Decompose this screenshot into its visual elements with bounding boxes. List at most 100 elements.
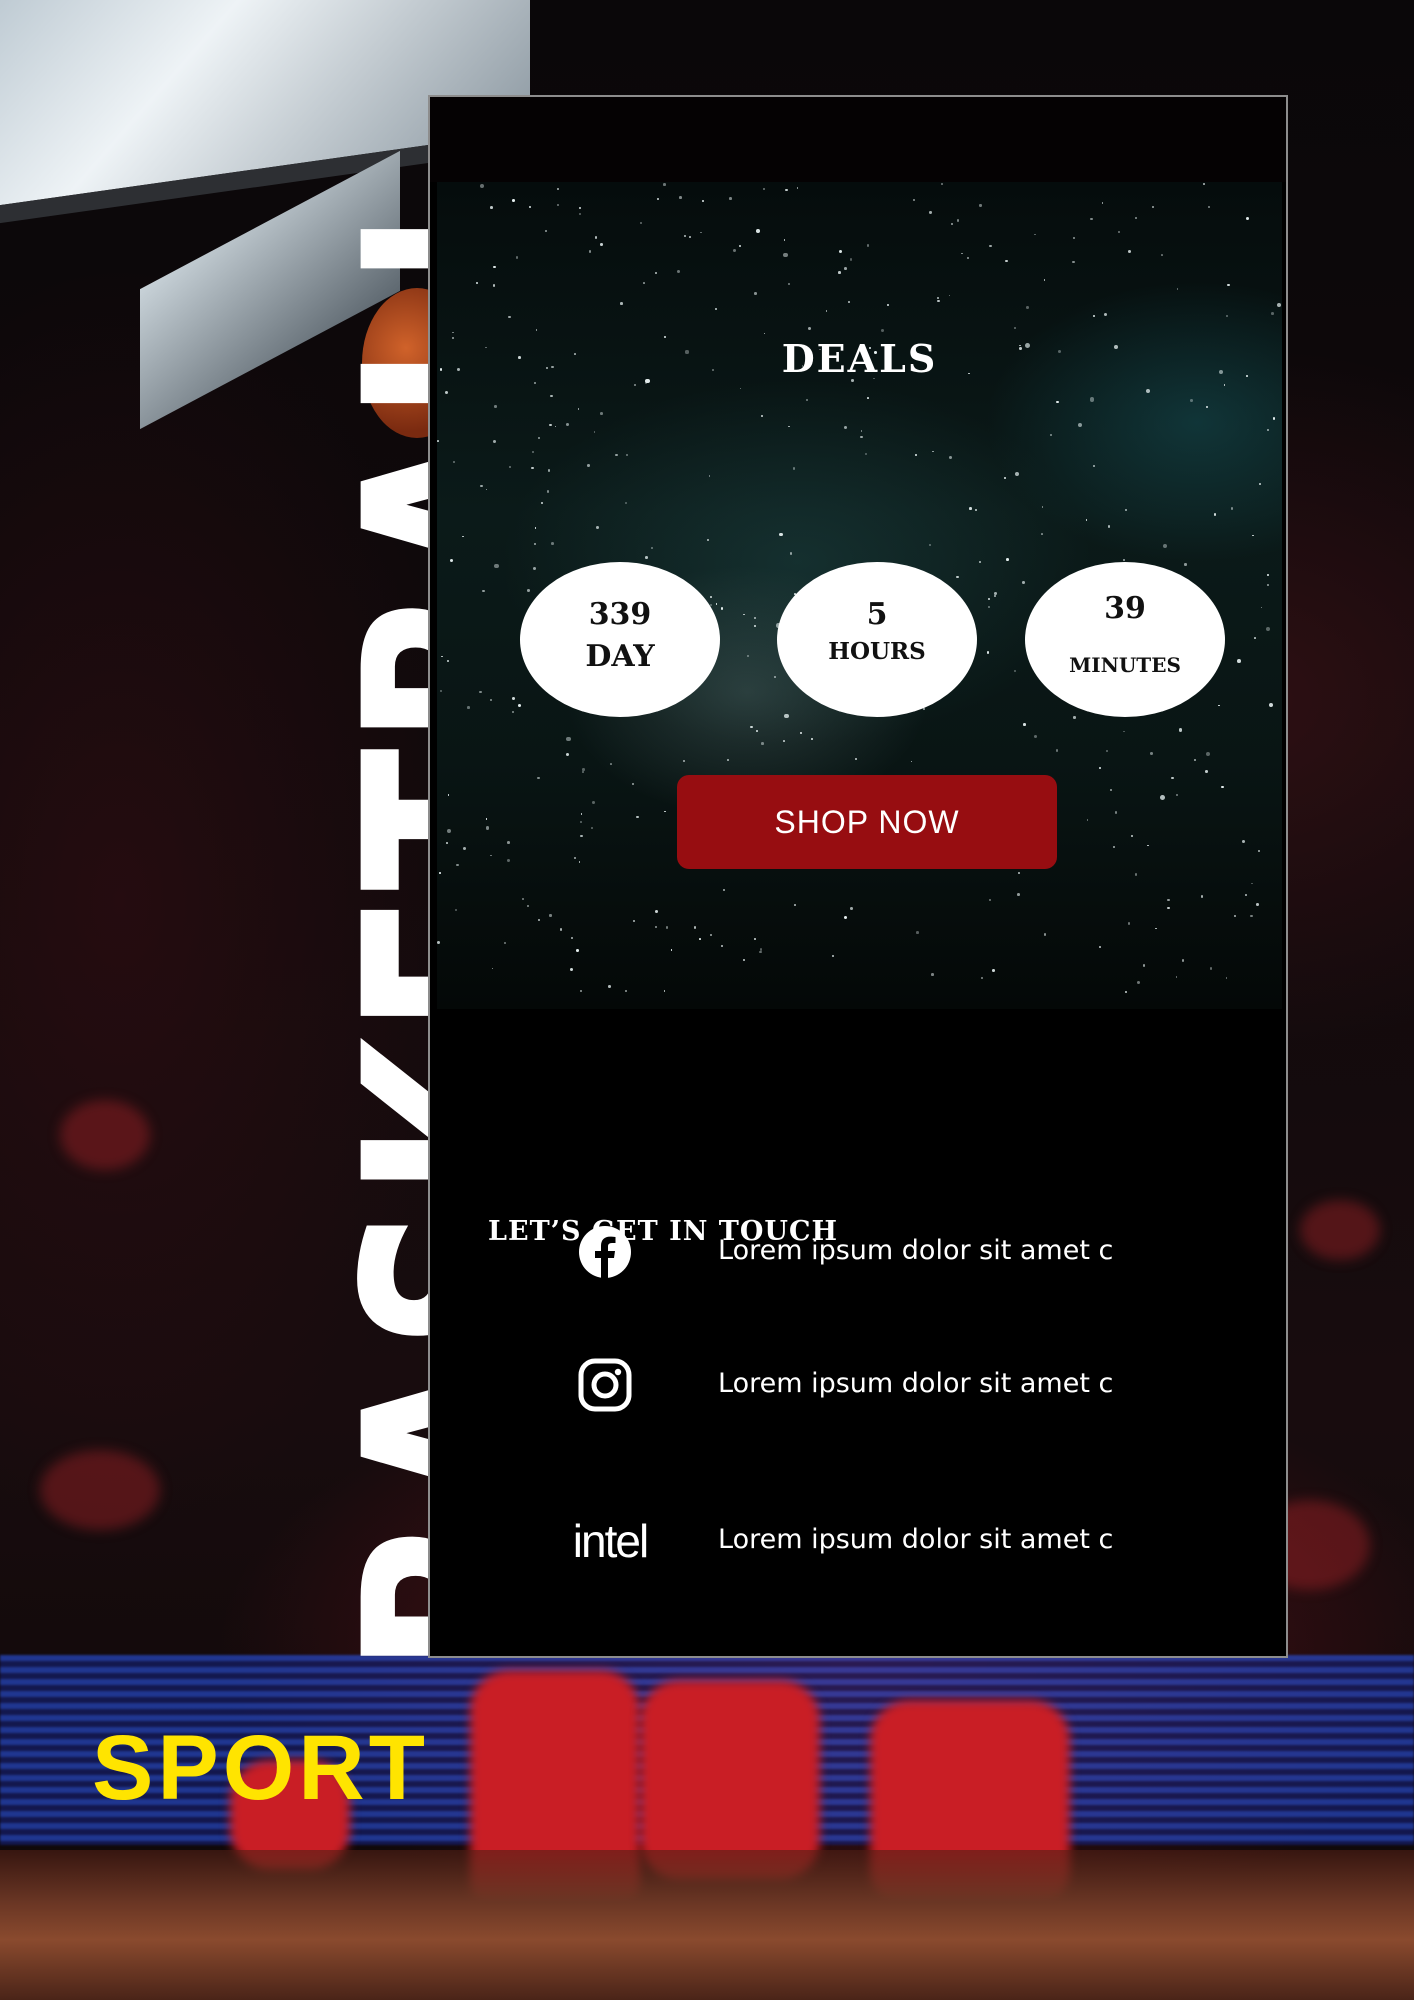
star [534,542,537,546]
star [439,872,442,874]
star [1072,236,1076,239]
star [948,455,952,459]
star [489,698,493,702]
star [1206,406,1209,409]
star [1276,303,1281,308]
star [447,794,450,796]
star [654,271,658,275]
star [1260,606,1263,609]
star [566,737,571,742]
star [929,543,932,546]
star [594,235,598,239]
star [531,466,534,470]
star [632,919,636,923]
star [1073,716,1076,719]
star [489,205,493,209]
star [1159,794,1165,800]
star [1225,977,1228,979]
star [1221,785,1224,789]
star [843,267,847,271]
star [437,440,440,442]
star [643,282,645,284]
star [988,606,991,609]
star [1227,283,1230,286]
star [915,931,919,934]
star [784,713,789,719]
contact-row-instagram: Lorem ipsum dolor sit amet c [570,1355,1250,1415]
star [915,454,918,457]
star [788,425,791,428]
instagram-icon[interactable] [570,1355,640,1415]
star [785,188,788,192]
star [1218,704,1221,707]
deals-panel: DEALS 339 DAY 5 HOURS 39 MINUTES SHOP NO… [437,182,1282,1009]
star [700,231,703,234]
poster-subtitle: SPORT [92,1717,429,1819]
star [508,315,511,319]
star [503,941,506,944]
star [565,423,569,427]
star [446,659,449,662]
star [792,467,796,470]
star [1055,748,1059,752]
star [994,594,997,597]
court-floor [0,1850,1414,2000]
star [981,976,984,979]
star [1117,230,1120,233]
intel-logo[interactable]: intel [555,1511,665,1571]
star [506,859,510,863]
star [1236,658,1241,663]
star [1005,260,1008,263]
star [1125,991,1128,994]
star [1233,915,1236,918]
star [533,566,537,570]
crowd-blur [1300,1200,1380,1260]
star [865,453,868,456]
star [1266,428,1270,432]
star [1176,794,1179,797]
star [556,203,560,207]
star [452,331,454,334]
star [1018,872,1020,874]
star [682,759,686,763]
star [1043,279,1046,281]
facebook-icon[interactable] [570,1222,640,1282]
star [860,435,863,438]
star [639,222,642,225]
star [1128,249,1132,253]
star [1205,770,1208,774]
shop-now-button[interactable]: SHOP NOW [677,775,1057,869]
star [538,919,541,922]
star [1043,933,1047,936]
star [526,589,530,592]
star [437,941,441,944]
star [1167,898,1170,902]
star [693,926,697,929]
star [887,303,890,306]
star [1181,959,1185,962]
star [808,326,812,330]
star [535,328,538,331]
star [1022,581,1026,584]
star [743,613,745,616]
star [595,525,599,529]
star [689,236,691,238]
star [577,407,580,410]
star [636,816,639,819]
star [588,250,591,253]
star [912,198,916,202]
star [454,908,458,912]
star [626,454,629,457]
star [849,906,853,910]
star [593,431,596,433]
star [989,244,992,248]
star [755,729,758,732]
star [624,989,628,993]
star [738,245,741,248]
star [1072,260,1076,264]
star [1123,559,1126,562]
star [1178,727,1183,732]
star [1034,233,1037,236]
star [547,490,550,493]
star [444,391,448,395]
